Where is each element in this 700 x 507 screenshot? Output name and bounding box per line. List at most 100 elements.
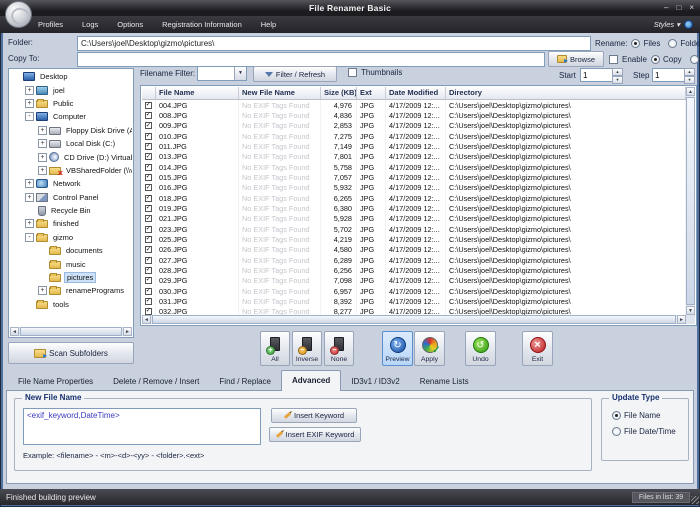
scan-subfolders-button[interactable]: Scan Subfolders	[8, 342, 134, 364]
collapse-icon[interactable]: -	[25, 112, 34, 121]
table-row[interactable]: ✓018.JPGNo EXIF Tags Found6,265JPG4/17/2…	[142, 193, 686, 203]
tree-item-network[interactable]: +Network	[10, 177, 132, 190]
apply-button[interactable]: ✓Apply	[414, 331, 445, 366]
file-list-vertical-scrollbar[interactable]: ▲ ▼	[686, 87, 695, 315]
table-row[interactable]: ✓021.JPGNo EXIF Tags Found5,928JPG4/17/2…	[142, 214, 686, 224]
undo-button[interactable]: ↺Undo	[465, 331, 496, 366]
new-file-name-pattern-input[interactable]: <exif_keyword,DateTime>	[23, 408, 261, 445]
table-row[interactable]: ✓014.JPGNo EXIF Tags Found5,758JPG4/17/2…	[142, 162, 686, 172]
table-row[interactable]: ✓011.JPGNo EXIF Tags Found7,149JPG4/17/2…	[142, 141, 686, 151]
tree-item-pictures[interactable]: pictures	[10, 271, 132, 284]
start-input[interactable]	[580, 68, 612, 82]
tree-item-joel[interactable]: +joel	[10, 83, 132, 96]
table-row[interactable]: ✓031.JPGNo EXIF Tags Found8,392JPG4/17/2…	[142, 296, 686, 306]
select-all-header[interactable]	[142, 87, 156, 99]
tab-find-replace[interactable]: Find / Replace	[209, 373, 281, 391]
column-header-size-kb[interactable]: Size (KB)	[321, 87, 357, 99]
tree-item-recycle-bin[interactable]: Recycle Bin	[10, 204, 132, 217]
collapse-icon[interactable]: -	[25, 233, 34, 242]
tree-horizontal-scrollbar[interactable]: ◄ ►	[10, 327, 132, 336]
minimize-button[interactable]: –	[664, 2, 668, 13]
tree-item-gizmo[interactable]: -gizmo	[10, 231, 132, 244]
row-checkbox[interactable]: ✓	[145, 246, 152, 253]
radio-files[interactable]: Files	[631, 39, 660, 48]
column-header-date-modified[interactable]: Date Modified	[386, 87, 446, 99]
menu-item-help[interactable]: Help	[261, 20, 276, 29]
expand-icon[interactable]: +	[38, 286, 47, 295]
tree-item-floppy-disk-drive-a[interactable]: +Floppy Disk Drive (A:)	[10, 124, 132, 137]
table-row[interactable]: ✓013.JPGNo EXIF Tags Found7,801JPG4/17/2…	[142, 152, 686, 162]
tree-item-computer[interactable]: -Computer	[10, 110, 132, 123]
menu-item-profiles[interactable]: Profiles	[38, 20, 63, 29]
tree-item-desktop[interactable]: Desktop	[10, 70, 132, 83]
radio-folders[interactable]: Folders	[668, 39, 700, 48]
none-button[interactable]: −None	[324, 331, 354, 366]
scroll-left-icon[interactable]: ◄	[10, 327, 19, 336]
row-checkbox[interactable]: ✓	[145, 205, 152, 212]
radio-copy[interactable]: Copy	[651, 55, 682, 64]
step-up-arrow[interactable]: ▲	[684, 68, 695, 76]
expand-icon[interactable]: +	[38, 166, 47, 175]
tree-item-vbsharedfolder-vboxsvr-z[interactable]: +VBSharedFolder (\\vboxsvr) (Z	[10, 164, 132, 177]
row-checkbox[interactable]: ✓	[145, 298, 152, 305]
row-checkbox[interactable]: ✓	[145, 195, 152, 202]
step-down-arrow[interactable]: ▼	[684, 76, 695, 84]
insert-keyword-button[interactable]: Insert Keyword	[271, 408, 357, 423]
tree-item-cd-drive-d-virtualbox-guest[interactable]: +CD Drive (D:) VirtualBox Guest	[10, 150, 132, 163]
column-header-ext[interactable]: Ext	[357, 87, 386, 99]
enable-checkbox[interactable]	[609, 55, 618, 64]
row-checkbox[interactable]: ✓	[145, 112, 152, 119]
table-row[interactable]: ✓019.JPGNo EXIF Tags Found6,380JPG4/17/2…	[142, 203, 686, 213]
menu-item-options[interactable]: Options	[117, 20, 143, 29]
insert-exif-keyword-button[interactable]: Insert EXIF Keyword	[269, 427, 361, 442]
expand-icon[interactable]: +	[25, 86, 34, 95]
table-row[interactable]: ✓010.JPGNo EXIF Tags Found7,275JPG4/17/2…	[142, 131, 686, 141]
tab-rename-lists[interactable]: Rename Lists	[410, 373, 479, 391]
expand-icon[interactable]: +	[25, 179, 34, 188]
tab-id3v1-id3v2[interactable]: ID3v1 / ID3v2	[341, 373, 409, 391]
row-checkbox[interactable]: ✓	[145, 288, 152, 295]
tree-item-finished[interactable]: +finished	[10, 217, 132, 230]
tree-item-renameprograms[interactable]: +renamePrograms	[10, 284, 132, 297]
row-checkbox[interactable]: ✓	[145, 174, 152, 181]
start-down-arrow[interactable]: ▼	[612, 76, 623, 84]
scroll-down-icon[interactable]: ▼	[686, 306, 695, 315]
scroll-right-icon[interactable]: ►	[677, 315, 686, 324]
table-row[interactable]: ✓023.JPGNo EXIF Tags Found5,702JPG4/17/2…	[142, 224, 686, 234]
tab-advanced[interactable]: Advanced	[281, 370, 341, 391]
expand-icon[interactable]: +	[38, 126, 47, 135]
filename-filter-dropdown[interactable]: ▼	[197, 66, 247, 81]
resize-grip[interactable]	[691, 496, 699, 504]
copy-to-input[interactable]	[77, 52, 545, 67]
expand-icon[interactable]: +	[38, 139, 47, 148]
table-row[interactable]: ✓015.JPGNo EXIF Tags Found7,057JPG4/17/2…	[142, 172, 686, 182]
table-row[interactable]: ✓029.JPGNo EXIF Tags Found7,098JPG4/17/2…	[142, 276, 686, 286]
scroll-left-icon[interactable]: ◄	[142, 315, 151, 324]
menu-item-logs[interactable]: Logs	[82, 20, 98, 29]
thumbnails-checkbox[interactable]	[348, 68, 357, 77]
preview-button[interactable]: ↻Preview	[382, 331, 413, 366]
menu-item-registration-information[interactable]: Registration Information	[162, 20, 242, 29]
row-checkbox[interactable]: ✓	[145, 164, 152, 171]
expand-icon[interactable]: +	[25, 99, 34, 108]
radio-file-name[interactable]: File Name	[612, 411, 660, 420]
expand-icon[interactable]: +	[25, 219, 34, 228]
step-stepper[interactable]: ▲▼	[652, 68, 695, 82]
row-checkbox[interactable]: ✓	[145, 133, 152, 140]
radio-move[interactable]: Move	[690, 55, 700, 64]
step-input[interactable]	[652, 68, 684, 82]
styles-menu[interactable]: Styles ▾	[654, 20, 680, 29]
file-list-horizontal-scrollbar[interactable]: ◄ ►	[142, 315, 686, 324]
scroll-up-icon[interactable]: ▲	[686, 87, 695, 96]
row-checkbox[interactable]: ✓	[145, 153, 152, 160]
start-up-arrow[interactable]: ▲	[612, 68, 623, 76]
table-row[interactable]: ✓008.JPGNo EXIF Tags Found4,836JPG4/17/2…	[142, 110, 686, 120]
radio-file-date-time[interactable]: File Date/Time	[612, 427, 676, 436]
column-header-new-file-name[interactable]: New File Name	[239, 87, 321, 99]
row-checkbox[interactable]: ✓	[145, 308, 152, 315]
row-checkbox[interactable]: ✓	[145, 215, 152, 222]
row-checkbox[interactable]: ✓	[145, 184, 152, 191]
tab-file-name-properties[interactable]: File Name Properties	[8, 373, 103, 391]
table-row[interactable]: ✓009.JPGNo EXIF Tags Found2,853JPG4/17/2…	[142, 121, 686, 131]
inverse-button[interactable]: ~Inverse	[292, 331, 322, 366]
